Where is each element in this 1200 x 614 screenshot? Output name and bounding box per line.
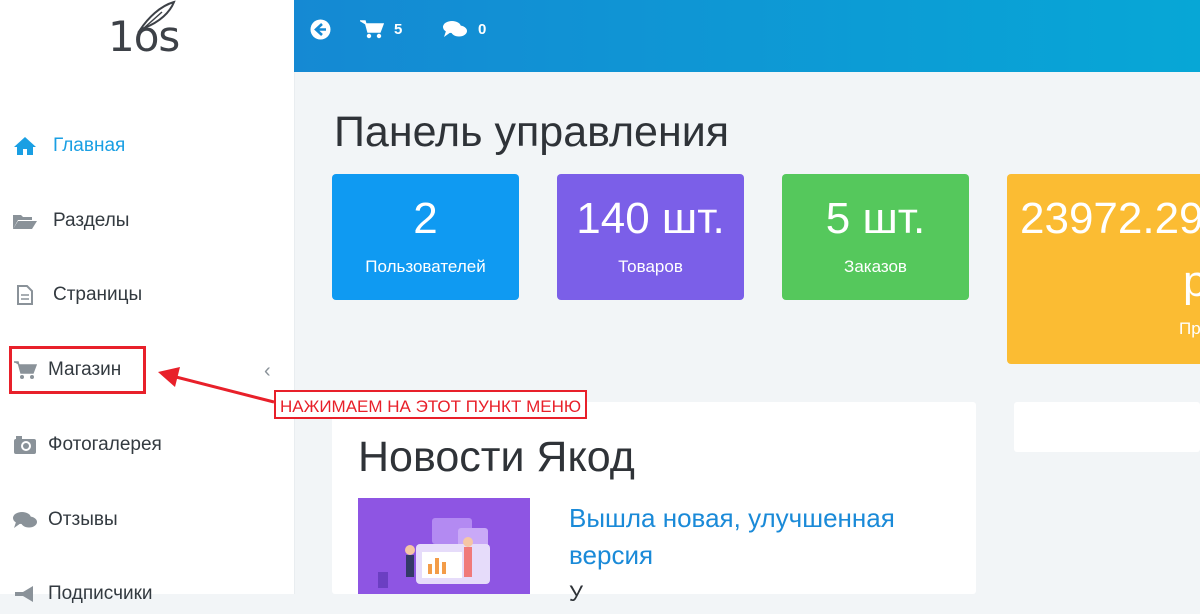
annotation-arrow: [158, 367, 275, 404]
annotation-label: НАЖИМАЕМ НА ЭТОТ ПУНКТ МЕНЮ: [274, 390, 588, 419]
